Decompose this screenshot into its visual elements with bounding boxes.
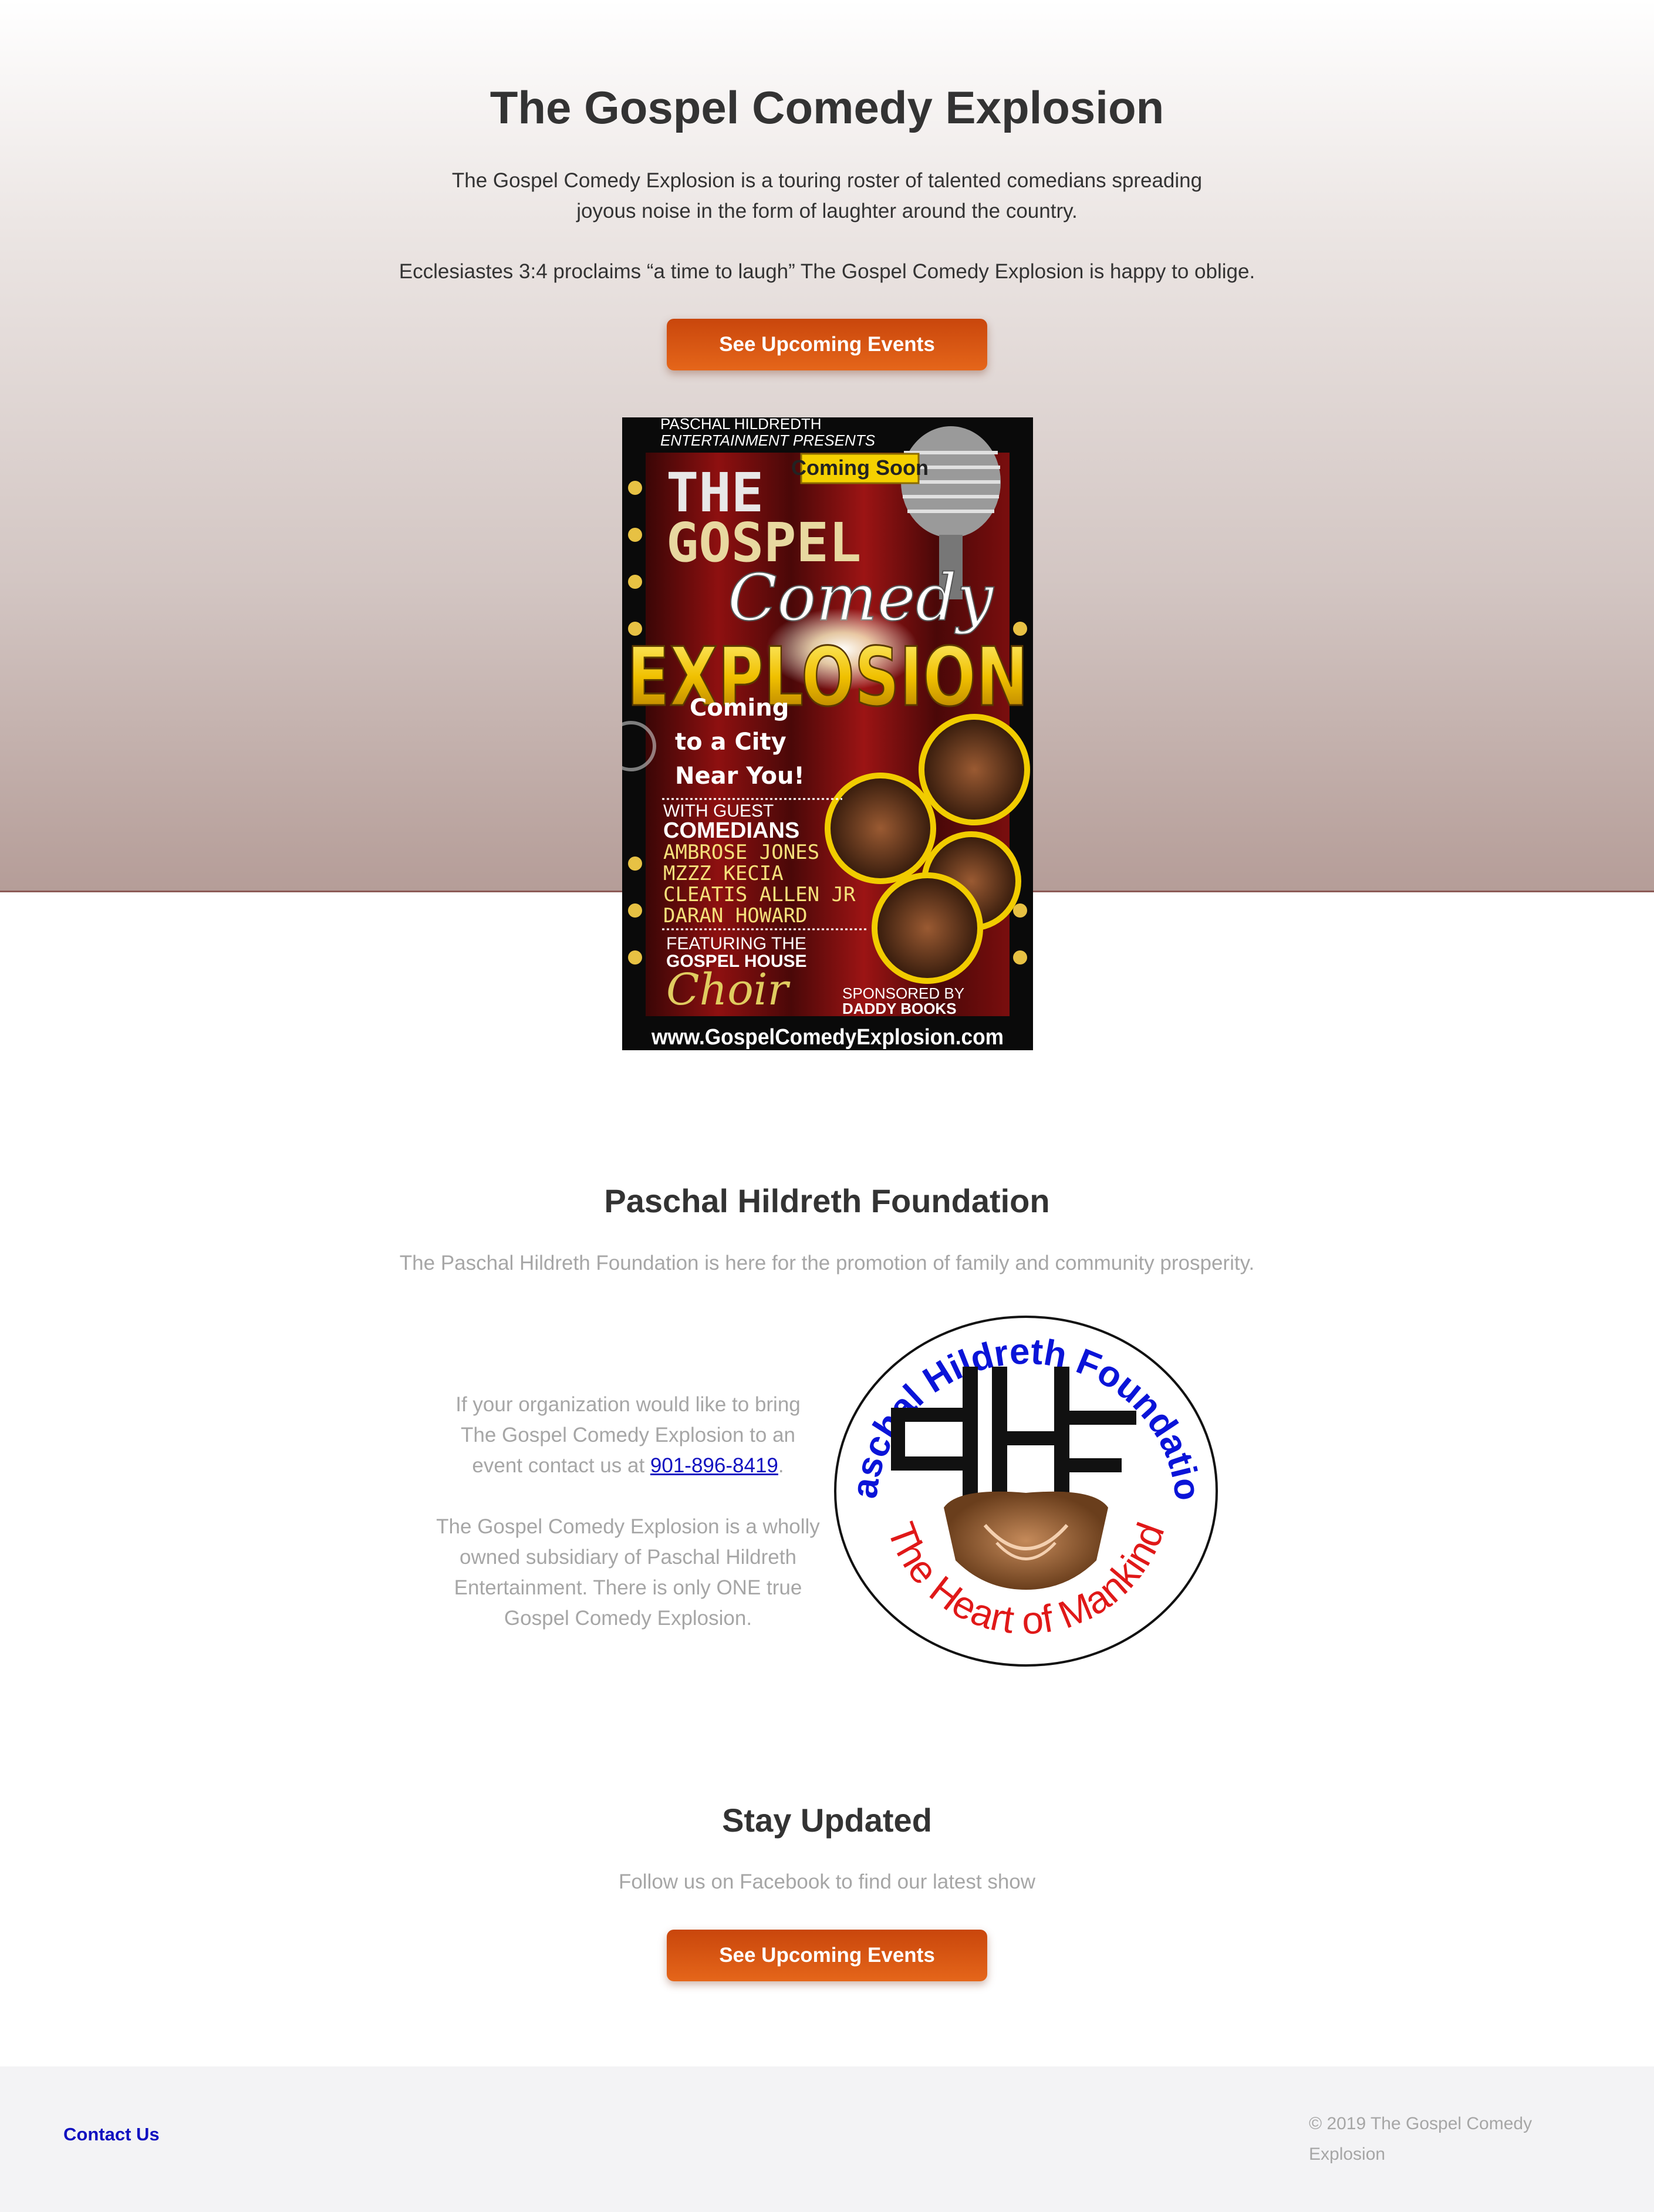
poster-tagline-3: Near You!	[675, 763, 805, 790]
poster-website: www.GospelComedyExplosion.com	[651, 1025, 1004, 1050]
copyright-line-1: © 2019 The Gospel Comedy	[1309, 2114, 1533, 2133]
poster-featuring-1: FEATURING THE	[666, 934, 806, 953]
phone-link[interactable]: 901-896-8419	[650, 1454, 778, 1477]
stay-updated-subtitle: Follow us on Facebook to find our latest…	[618, 1870, 1036, 1893]
contact-line-3: event contact us at	[472, 1454, 650, 1477]
foundation-ownership-text: The Gospel Comedy Explosion is a wholly …	[411, 1512, 845, 1634]
poster-tagline-2: to a City	[675, 729, 787, 756]
contact-line-1: If your organization would like to bring	[455, 1393, 801, 1416]
foundation-contact-text: If your organization would like to bring…	[411, 1390, 845, 1481]
poster-coming-soon: Coming Soon	[791, 456, 929, 480]
copyright-line-2: Explosion	[1309, 2144, 1386, 2164]
contact-period: .	[778, 1454, 784, 1477]
stay-updated-title: Stay Updated	[722, 1802, 932, 1839]
foundation-title: Paschal Hildreth Foundation	[604, 1182, 1050, 1219]
page-title: The Gospel Comedy Explosion	[490, 82, 1164, 133]
poster-choir: Choir	[666, 965, 791, 1015]
hero-intro-line-1: The Gospel Comedy Explosion is a touring…	[451, 169, 1203, 192]
poster-graphic: PASCHAL HILDREDTH ENTERTAINMENT PRESENTS…	[622, 417, 1033, 1050]
poster-presenter-line-2: ENTERTAINMENT PRESENTS	[660, 431, 876, 449]
poster-comedian-name: CLEATIS ALLEN JR	[663, 883, 856, 906]
copyright: © 2019 The Gospel Comedy Explosion	[1309, 2109, 1579, 2170]
ownership-line-4: Gospel Comedy Explosion.	[504, 1607, 752, 1630]
ownership-line-3: Entertainment. There is only ONE true	[454, 1576, 802, 1599]
poster-comedians-label: COMEDIANS	[663, 818, 799, 843]
foundation-logo: Paschal Hildreth Foundation The Heart of…	[820, 1282, 1220, 1671]
ownership-line-1: The Gospel Comedy Explosion is a wholly	[436, 1515, 820, 1538]
foundation-subtitle: The Paschal Hildreth Foundation is here …	[399, 1252, 1255, 1274]
see-upcoming-events-button-bottom[interactable]: See Upcoming Events	[667, 1930, 987, 1981]
poster-comedian-name: DARAN HOWARD	[663, 904, 808, 928]
poster-sponsor-name: DADDY BOOKS	[842, 1000, 957, 1017]
event-poster: PASCHAL HILDREDTH ENTERTAINMENT PRESENTS…	[622, 417, 1033, 1050]
poster-tagline-1: Coming	[690, 694, 789, 721]
contact-line-2: The Gospel Comedy Explosion to an	[460, 1424, 796, 1446]
ownership-line-2: owned subsidiary of Paschal Hildreth	[460, 1546, 796, 1569]
hero-intro-line-2: joyous noise in the form of laughter aro…	[576, 200, 1078, 222]
poster-comedian-name: AMBROSE JONES	[663, 841, 819, 864]
poster-comedian-name: MZZZ KECIA	[663, 862, 784, 885]
poster-title-explosion: EXPLOSION	[627, 630, 1028, 724]
poster-presenter-line-1: PASCHAL HILDREDTH	[660, 417, 822, 433]
contact-us-link[interactable]: Contact Us	[63, 2124, 160, 2145]
hero-scripture: Ecclesiastes 3:4 proclaims “a time to la…	[399, 260, 1255, 283]
see-upcoming-events-button[interactable]: See Upcoming Events	[667, 319, 987, 370]
